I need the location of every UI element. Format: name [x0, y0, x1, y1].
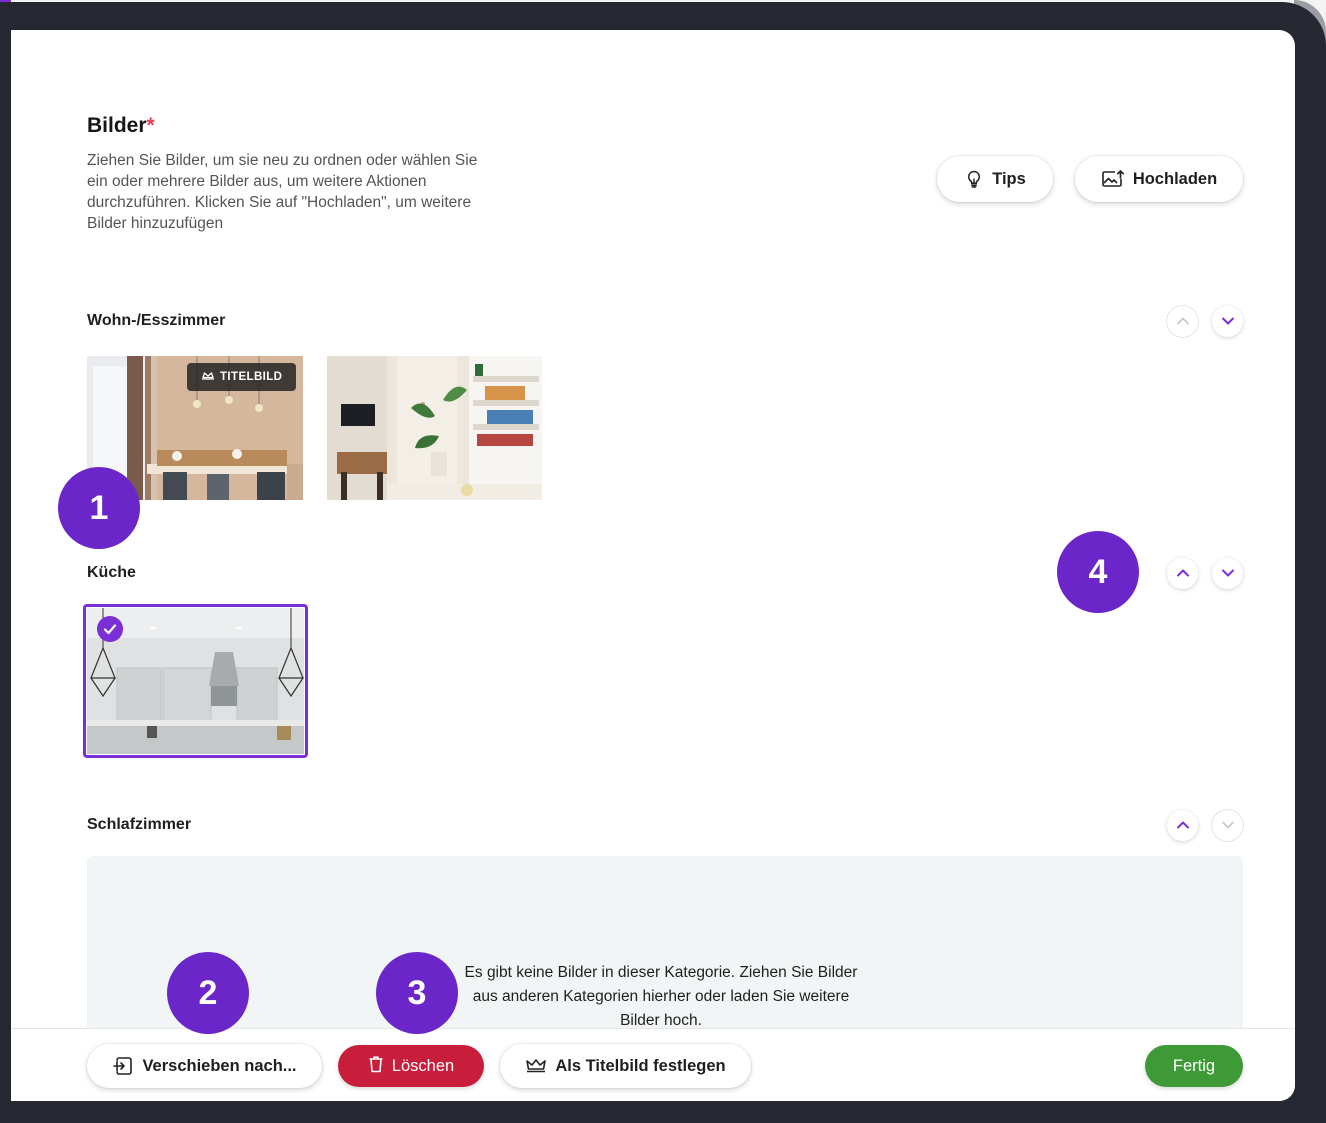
- trash-icon: [368, 1055, 384, 1078]
- page-title: Bilder*: [87, 114, 155, 137]
- set-cover-button[interactable]: Als Titelbild festlegen: [500, 1044, 751, 1088]
- upload-button[interactable]: Hochladen: [1075, 156, 1243, 202]
- crown-icon: [525, 1058, 547, 1074]
- chevron-down-icon: [1221, 565, 1235, 583]
- chevron-down-icon: [1221, 313, 1235, 331]
- living-room-photo[interactable]: [327, 356, 542, 500]
- delete-button[interactable]: Löschen: [338, 1045, 484, 1087]
- cover-badge: TITELBILD: [187, 363, 297, 391]
- lightbulb-icon: [964, 169, 984, 189]
- cover-badge-label: TITELBILD: [220, 371, 283, 383]
- annotation-marker-1: 1: [58, 467, 140, 549]
- check-icon[interactable]: [97, 616, 123, 642]
- annotation-marker-4: 4: [1057, 531, 1139, 613]
- move-up-button[interactable]: [1167, 306, 1198, 337]
- tips-button[interactable]: Tips: [937, 156, 1053, 202]
- upload-label: Hochladen: [1132, 169, 1218, 188]
- move-down-button[interactable]: [1212, 306, 1243, 337]
- annotation-marker-3: 3: [376, 952, 458, 1034]
- crown-icon: [201, 371, 215, 384]
- move-to-label: Verschieben nach...: [142, 1056, 297, 1075]
- done-button[interactable]: Fertig: [1145, 1045, 1243, 1087]
- chevron-up-icon: [1176, 313, 1190, 331]
- section-label-bedroom: Schlafzimmer: [87, 816, 192, 833]
- required-mark: *: [146, 114, 155, 137]
- empty-message: Es gibt keine Bilder in dieser Kategorie…: [464, 964, 858, 1029]
- upload-image-icon: [1101, 169, 1125, 189]
- chevron-up-icon: [1176, 817, 1190, 835]
- bottom-action-bar: Verschieben nach... Löschen Als Titelbil…: [11, 1028, 1295, 1101]
- section-label-kitchen: Küche: [87, 564, 136, 581]
- page-description: Ziehen Sie Bilder, um sie neu zu ordnen …: [87, 152, 478, 232]
- move-up-button[interactable]: [1167, 810, 1198, 841]
- move-up-button[interactable]: [1167, 558, 1198, 589]
- move-to-button[interactable]: Verschieben nach...: [87, 1044, 322, 1088]
- tips-label: Tips: [992, 169, 1026, 188]
- set-cover-label: Als Titelbild festlegen: [555, 1056, 726, 1075]
- move-down-button[interactable]: [1212, 558, 1243, 589]
- section-label-living-dining: Wohn-/Esszimmer: [87, 312, 226, 329]
- chevron-down-icon: [1221, 817, 1235, 835]
- chevron-up-icon: [1176, 565, 1190, 583]
- done-label: Fertig: [1172, 1056, 1216, 1075]
- annotation-marker-2: 2: [167, 952, 249, 1034]
- move-icon: [112, 1056, 134, 1076]
- move-down-button[interactable]: [1212, 810, 1243, 841]
- delete-label: Löschen: [391, 1056, 455, 1075]
